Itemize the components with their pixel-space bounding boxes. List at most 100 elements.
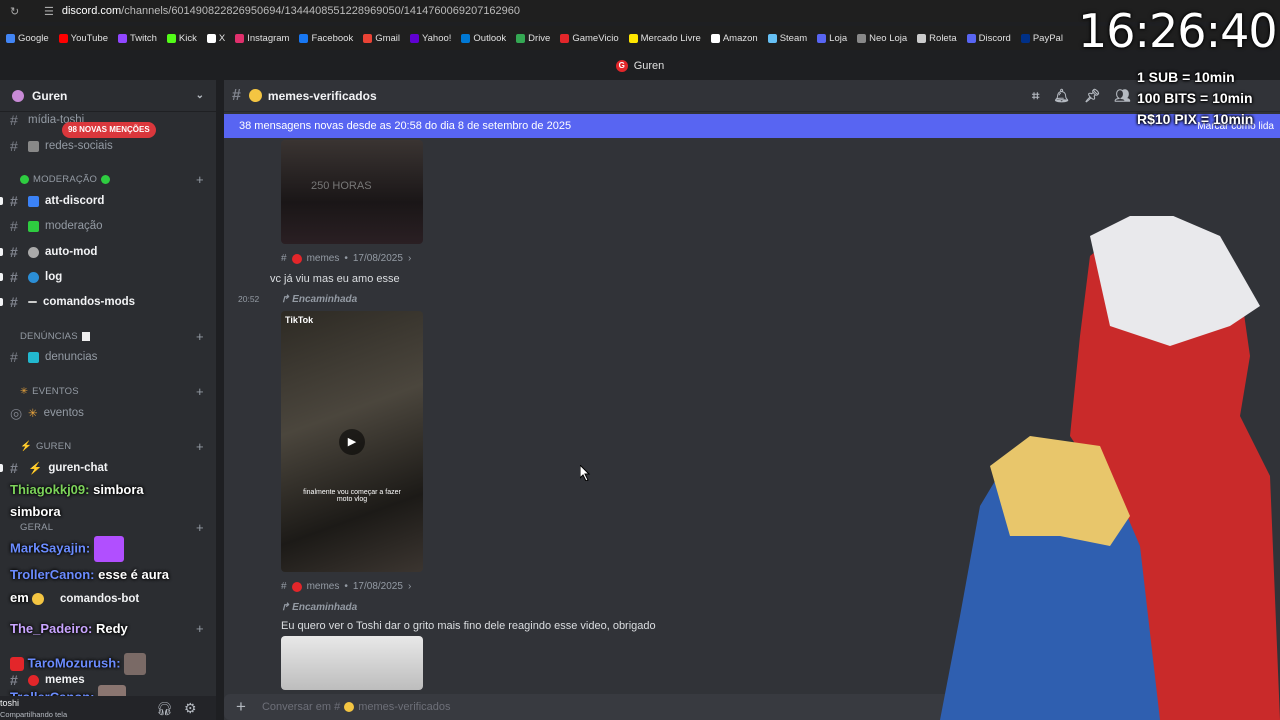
composer-placeholder[interactable]: Conversar em # memes-verificados — [262, 701, 451, 713]
add-channel-icon[interactable]: + — [196, 329, 204, 344]
green-circle-icon — [20, 175, 29, 184]
add-channel-icon[interactable]: + — [196, 439, 204, 454]
bookmark-item[interactable]: YouTube — [58, 33, 108, 44]
category-moderacao[interactable]: MODERAÇÃO + — [20, 172, 204, 187]
hash-icon: # — [10, 193, 18, 209]
bookmark-item[interactable]: Neo Loja — [857, 33, 907, 44]
pin-icon[interactable]: 📌︎ — [1084, 88, 1101, 104]
bookmark-item[interactable]: Steam — [767, 33, 807, 44]
server-header[interactable]: Guren ⌄ — [0, 80, 216, 112]
forward-source[interactable]: # memes • 17/08/2025 › — [281, 581, 411, 592]
bookmark-icon — [117, 33, 127, 43]
bookmark-item[interactable]: X — [206, 33, 225, 44]
bookmark-icon — [1020, 33, 1030, 43]
bookmark-item[interactable]: Amazon — [710, 33, 758, 44]
app-title: Guren — [633, 60, 665, 72]
video-attachment[interactable]: TikTok ▶ finalmente vou começar a fazer … — [281, 311, 423, 572]
play-icon[interactable]: ▶ — [339, 429, 365, 455]
category-guren[interactable]: ⚡ GUREN + — [20, 439, 204, 454]
bookmark-item[interactable]: Outlook — [461, 33, 506, 44]
server-icon — [12, 89, 24, 102]
channel-moderacao[interactable]: # moderação — [10, 216, 103, 236]
bookmark-icon — [560, 33, 570, 43]
hash-icon: # — [10, 460, 18, 476]
bookmark-item[interactable]: Drive — [516, 33, 550, 44]
bookmark-icon — [628, 33, 638, 43]
add-channel-icon[interactable]: + — [196, 520, 204, 535]
category-denuncias[interactable]: DENÚNCIAS + — [20, 329, 204, 344]
bookmark-item[interactable]: Instagram — [235, 33, 289, 44]
url-text[interactable]: discord.com/channels/601490822826950694/… — [62, 5, 520, 17]
lightning-icon: ⚡ — [28, 463, 43, 475]
bookmark-icon — [235, 33, 245, 43]
gear-icon[interactable]: ⚙ — [184, 700, 197, 717]
reload-icon[interactable]: ↻ — [10, 5, 24, 18]
tiktok-watermark: TikTok — [285, 315, 314, 325]
forward-arrow-icon: ↱ — [281, 602, 293, 613]
bookmark-item[interactable]: Roleta — [917, 33, 957, 44]
server-name: Guren — [32, 88, 68, 103]
mouse-cursor-icon — [580, 465, 591, 481]
channel-denuncias[interactable]: # denuncias — [10, 347, 97, 367]
image-caption: 250 HORAS — [311, 180, 372, 192]
bookmark-item[interactable]: Twitch — [117, 33, 157, 44]
category-geral[interactable]: GERAL + — [20, 520, 204, 535]
headset-icon[interactable]: 🎧︎ — [156, 701, 173, 717]
robot-icon — [28, 246, 39, 258]
stream-chat-message: simbora — [10, 504, 61, 519]
image-attachment[interactable]: 250 HORAS — [281, 140, 423, 244]
channel-comandos-mods[interactable]: # comandos-mods — [10, 292, 135, 312]
channel-header: # memes-verificados ⌗ 🔔︎ 📌︎ 👥︎ — [224, 80, 1280, 112]
emote-icon — [93, 536, 124, 562]
stream-chat-message: MarkSayajin: — [10, 536, 124, 562]
bookmark-item[interactable]: Facebook — [299, 33, 353, 44]
chevron-down-icon[interactable]: ⌄ — [196, 90, 204, 101]
unread-pill — [0, 298, 3, 306]
channel-auto-mod[interactable]: # auto-mod — [10, 242, 97, 262]
username[interactable]: toshi — [0, 698, 19, 708]
forwarded-label: ↱ Encaminhada — [281, 294, 358, 305]
bookmark-item[interactable]: Google — [6, 33, 49, 44]
threads-icon[interactable]: ⌗ — [1032, 88, 1039, 104]
bookmark-item[interactable]: Mercado Livre — [628, 33, 701, 44]
bookmark-icon — [410, 33, 420, 43]
bookmark-item[interactable]: GameVicio — [560, 33, 619, 44]
face-emote-icon — [32, 592, 45, 605]
unread-pill — [0, 273, 3, 281]
channel-comandos-bot[interactable]: comandos-bot — [60, 589, 139, 609]
guren-emoji-icon — [291, 253, 302, 264]
bookmark-item[interactable]: Loja — [817, 33, 847, 44]
channel-log[interactable]: # log — [10, 267, 62, 287]
add-channel-icon[interactable]: + — [196, 172, 204, 187]
forward-source[interactable]: # memes • 17/08/2025 › — [281, 253, 411, 264]
add-channel-icon[interactable]: + — [196, 384, 204, 399]
channel-att-discord[interactable]: # att-discord — [10, 191, 104, 211]
site-settings-icon[interactable]: ☰ — [44, 5, 54, 18]
guren-emoji-icon — [291, 581, 302, 592]
bookmark-item[interactable]: Gmail — [363, 33, 400, 44]
members-icon[interactable]: 👥︎ — [1114, 88, 1131, 104]
bookmark-icon — [817, 33, 827, 43]
add-channel-icon[interactable]: + — [196, 621, 204, 636]
tv-emoji-icon — [28, 140, 39, 152]
bookmark-item[interactable]: Discord — [966, 33, 1011, 44]
category-eventos[interactable]: ✳ EVENTOS + — [20, 384, 204, 399]
add-attachment-icon[interactable]: + — [236, 697, 246, 717]
channel-guren-chat[interactable]: # ⚡ guren-chat — [10, 458, 108, 478]
hash-icon: # — [10, 218, 18, 234]
bookmark-item[interactable]: Kick — [166, 33, 197, 44]
image-attachment[interactable] — [281, 636, 423, 690]
message-composer[interactable]: + Conversar em # memes-verificados — [224, 694, 964, 720]
forwarded-label: ↱ Encaminhada — [281, 602, 358, 613]
channel-redes-sociais[interactable]: # redes-sociais — [10, 136, 113, 156]
bookmark-icon — [917, 33, 927, 43]
bookmark-item[interactable]: Yahoo! — [410, 33, 451, 44]
bookmark-item[interactable]: PayPal — [1020, 33, 1063, 44]
sparkle-icon: ✳ — [28, 408, 38, 420]
face-emoji-icon — [248, 89, 262, 102]
channel-eventos[interactable]: ◎ ✳ eventos — [10, 403, 84, 423]
new-messages-bar[interactable]: 38 mensagens novas desde as 20:58 do dia… — [224, 114, 1280, 138]
bell-icon[interactable]: 🔔︎ — [1053, 88, 1070, 104]
stream-chat-message: TrollerCanon: esse é aura — [10, 567, 169, 582]
stage-icon: ◎ — [10, 404, 23, 421]
